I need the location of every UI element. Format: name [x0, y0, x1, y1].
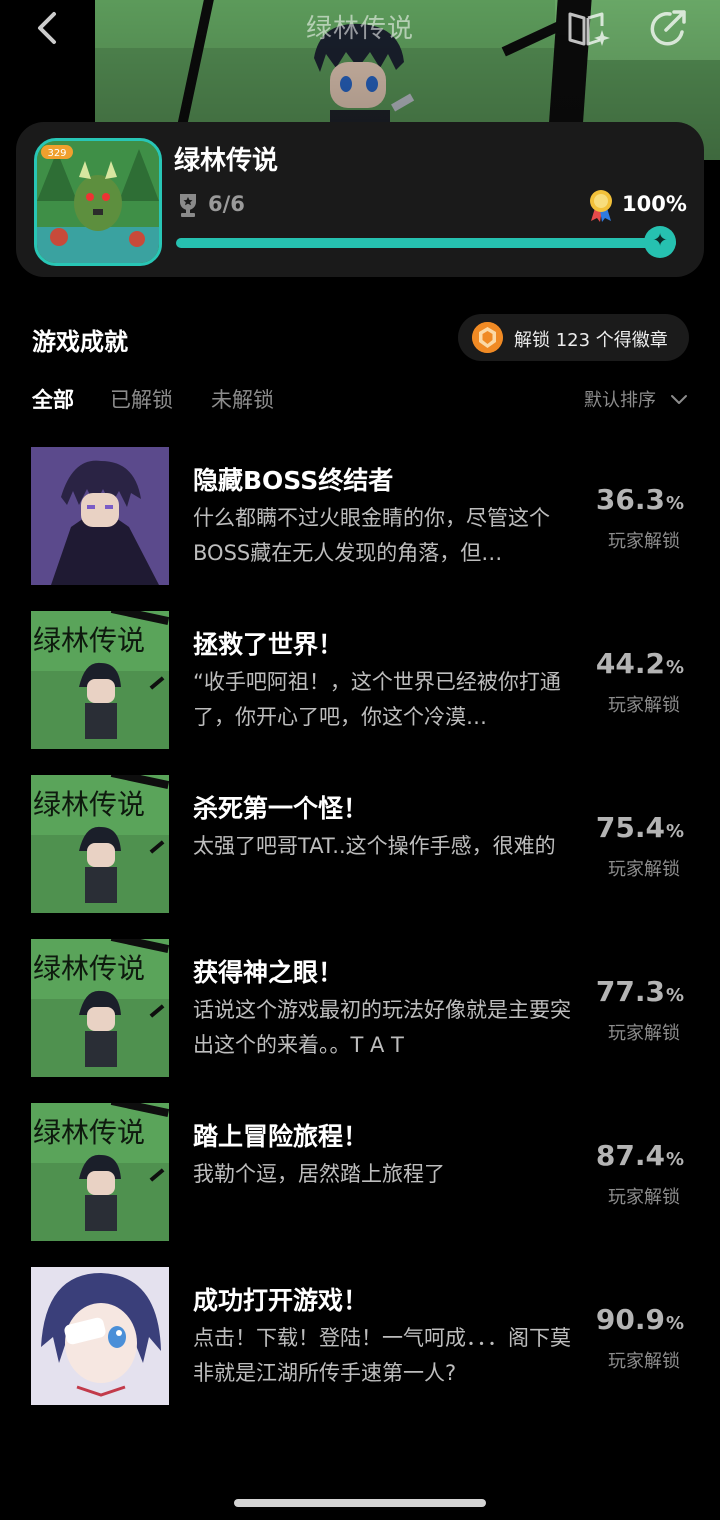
completion-progress-bar — [176, 238, 676, 248]
achievement-title: 成功打开游戏！ — [193, 1286, 369, 1315]
achievement-percent: 90.9% — [595, 1303, 684, 1336]
achievement-row[interactable]: 隐藏BOSS终结者 什么都瞒不过火眼金睛的你，尽管这个BOSS藏在无人发现的角落… — [0, 447, 720, 587]
section-title: 游戏成就 — [32, 328, 128, 356]
sparkle-icon: ✦ — [652, 230, 668, 251]
achievement-percent: 44.2% — [595, 647, 684, 680]
achievement-unlock-label: 玩家解锁 — [608, 1351, 680, 1372]
completion-progress-fill — [176, 238, 676, 248]
achievement-title: 获得神之眼！ — [193, 958, 344, 987]
achievement-description: 我勒个逗，居然踏上旅程了 — [193, 1162, 445, 1186]
achievement-row[interactable]: 成功打开游戏！ 点击！下载！登陆！一气呵成．．．阁下莫非就是江湖所传手速第一人?… — [0, 1267, 720, 1407]
achievement-title: 杀死第一个怪！ — [193, 794, 369, 823]
page-title: 绿林传说 — [305, 14, 414, 44]
achievement-thumbnail: 绿林传说 — [31, 611, 169, 749]
guide-book-icon[interactable] — [566, 8, 610, 48]
achievement-title: 拯救了世界！ — [193, 630, 344, 659]
game-summary-card[interactable]: 329 绿林传说 6/6 100% ✦ — [16, 122, 704, 277]
achievement-percent: 36.3% — [595, 483, 684, 516]
achievement-percent: 75.4% — [595, 811, 684, 844]
tab-locked[interactable]: 未解锁 — [211, 384, 274, 414]
achievement-title: 隐藏BOSS终结者 — [193, 466, 394, 495]
achievement-thumbnail — [31, 447, 169, 585]
badge-reward-text: 解锁 123 个得徽章 — [514, 330, 668, 351]
top-bar: 绿林传说 — [0, 0, 720, 60]
achievement-thumbnail: 绿林传说 — [31, 775, 169, 913]
achievement-row[interactable]: 绿林传说 拯救了世界！ “收手吧阿祖！，这个世界已经被你打通了，你开心了吧，你这… — [0, 611, 720, 751]
progress-star-knob: ✦ — [644, 226, 676, 258]
achievement-row[interactable]: 绿林传说 踏上冒险旅程！ 我勒个逗，居然踏上旅程了 87.4% 玩家解锁 — [0, 1103, 720, 1243]
achievement-description: “收手吧阿祖！，这个世界已经被你打通了，你开心了吧，你这个冷漠… — [193, 670, 561, 729]
completion-percent: 100% — [622, 192, 687, 216]
achievement-row[interactable]: 绿林传说 杀死第一个怪！ 太强了吧哥TAT..这个操作手感，很难的 75.4% … — [0, 775, 720, 915]
achievement-thumbnail: 绿林传说 — [31, 1103, 169, 1241]
badge-reward-pill[interactable]: 解锁 123 个得徽章 — [458, 314, 689, 361]
achievement-description: 话说这个游戏最初的玩法好像就是主要突出这个的来着。。T A T — [193, 998, 571, 1057]
tab-all[interactable]: 全部 — [32, 384, 74, 414]
achievement-thumbnail: 绿林传说 — [31, 939, 169, 1077]
achievement-description: 点击！下载！登陆！一气呵成．．．阁下莫非就是江湖所传手速第一人? — [193, 1326, 571, 1385]
game-icon-badge: 329 — [47, 148, 66, 159]
trophy-icon — [180, 194, 196, 217]
game-name: 绿林传说 — [174, 146, 279, 176]
badge-icon — [472, 322, 503, 353]
achievement-unlock-label: 玩家解锁 — [608, 695, 680, 716]
chevron-down-icon[interactable] — [670, 390, 688, 408]
achievement-unlock-label: 玩家解锁 — [608, 859, 680, 880]
achievement-description: 太强了吧哥TAT..这个操作手感，很难的 — [193, 834, 556, 858]
share-icon[interactable] — [646, 6, 690, 50]
achievement-percent: 87.4% — [595, 1139, 684, 1172]
achievement-percent: 77.3% — [595, 975, 684, 1008]
achievement-unlock-label: 玩家解锁 — [608, 531, 680, 552]
achievement-row[interactable]: 绿林传说 获得神之眼！ 话说这个游戏最初的玩法好像就是主要突出这个的来着。。T … — [0, 939, 720, 1079]
home-indicator[interactable] — [234, 1499, 486, 1507]
game-icon: 329 — [34, 138, 162, 266]
achievement-thumbnail — [31, 1267, 169, 1405]
achievement-title: 踏上冒险旅程！ — [193, 1122, 369, 1151]
medal-icon — [590, 190, 612, 222]
achievement-description: 什么都瞒不过火眼金睛的你，尽管这个BOSS藏在无人发现的角落，但… — [193, 506, 550, 565]
tab-unlocked[interactable]: 已解锁 — [110, 384, 173, 414]
sort-dropdown[interactable]: 默认排序 — [584, 386, 656, 412]
trophy-count: 6/6 — [208, 192, 245, 216]
achievement-unlock-label: 玩家解锁 — [608, 1023, 680, 1044]
achievement-unlock-label: 玩家解锁 — [608, 1187, 680, 1208]
